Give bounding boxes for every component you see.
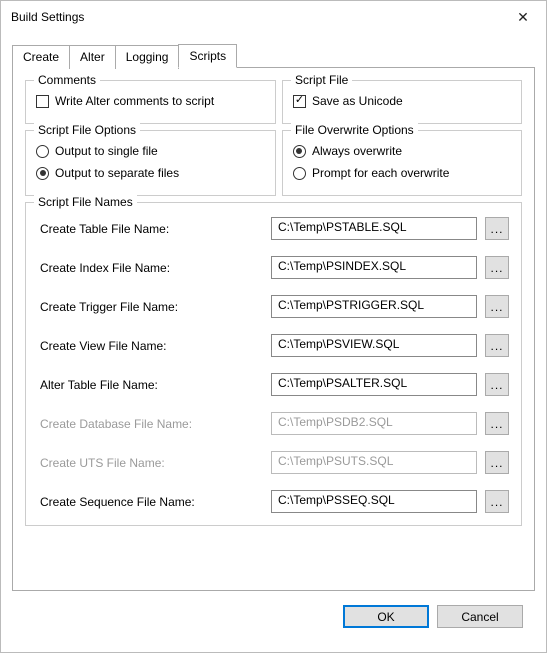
browse-button[interactable]: ... — [485, 490, 509, 513]
file-name-input[interactable]: C:\Temp\PSALTER.SQL — [271, 373, 477, 396]
radio-prompt-each-overwrite[interactable]: Prompt for each overwrite — [293, 163, 511, 183]
legend-file-overwrite-options: File Overwrite Options — [291, 123, 418, 137]
tab-logging[interactable]: Logging — [115, 45, 180, 69]
radio-label: Output to single file — [55, 144, 158, 158]
file-name-input[interactable]: C:\Temp\PSINDEX.SQL — [271, 256, 477, 279]
browse-button[interactable]: ... — [485, 295, 509, 318]
radio-label: Output to separate files — [55, 166, 179, 180]
ok-button[interactable]: OK — [343, 605, 429, 628]
file-name-label: Create Table File Name: — [38, 222, 263, 236]
tab-strip: Create Alter Logging Scripts — [12, 43, 535, 67]
radio-label: Prompt for each overwrite — [312, 166, 449, 180]
file-name-label: Create Database File Name: — [38, 417, 263, 431]
file-name-input[interactable]: C:\Temp\PSSEQ.SQL — [271, 490, 477, 513]
group-script-file: Script File Save as Unicode — [282, 80, 522, 124]
window-title: Build Settings — [11, 10, 84, 24]
browse-button[interactable]: ... — [485, 334, 509, 357]
legend-script-file: Script File — [291, 73, 352, 87]
browse-button[interactable]: ... — [485, 256, 509, 279]
build-settings-window: Build Settings ✕ Create Alter Logging Sc… — [0, 0, 547, 653]
tab-alter[interactable]: Alter — [69, 45, 116, 69]
file-name-label: Create View File Name: — [38, 339, 263, 353]
titlebar: Build Settings ✕ — [1, 1, 546, 33]
browse-button[interactable]: ... — [485, 373, 509, 396]
radio-icon — [293, 145, 306, 158]
file-name-input: C:\Temp\PSDB2.SQL — [271, 412, 477, 435]
tab-create[interactable]: Create — [12, 45, 70, 69]
file-name-input[interactable]: C:\Temp\PSTRIGGER.SQL — [271, 295, 477, 318]
dialog-footer: OK Cancel — [12, 591, 535, 642]
checkbox-label: Write Alter comments to script — [55, 94, 214, 108]
checkbox-icon — [36, 95, 49, 108]
browse-button[interactable]: ... — [485, 217, 509, 240]
file-name-input[interactable]: C:\Temp\PSVIEW.SQL — [271, 334, 477, 357]
tab-scripts[interactable]: Scripts — [178, 44, 237, 68]
legend-script-file-names: Script File Names — [34, 195, 137, 209]
file-name-label: Create UTS File Name: — [38, 456, 263, 470]
radio-output-separate[interactable]: Output to separate files — [36, 163, 265, 183]
close-icon: ✕ — [517, 9, 529, 26]
radio-always-overwrite[interactable]: Always overwrite — [293, 141, 511, 161]
tab-page-scripts: Comments Write Alter comments to script … — [12, 67, 535, 591]
radio-icon — [36, 145, 49, 158]
file-name-input: C:\Temp\PSUTS.SQL — [271, 451, 477, 474]
client-area: Create Alter Logging Scripts Comments Wr… — [1, 33, 546, 652]
file-name-label: Create Sequence File Name: — [38, 495, 263, 509]
file-name-label: Create Trigger File Name: — [38, 300, 263, 314]
group-file-overwrite-options: File Overwrite Options Always overwrite … — [282, 130, 522, 196]
radio-label: Always overwrite — [312, 144, 402, 158]
group-comments: Comments Write Alter comments to script — [25, 80, 276, 124]
group-script-file-names: Script File Names Create Table File Name… — [25, 202, 522, 526]
radio-icon — [36, 167, 49, 180]
radio-output-single[interactable]: Output to single file — [36, 141, 265, 161]
legend-comments: Comments — [34, 73, 100, 87]
checkbox-save-as-unicode[interactable]: Save as Unicode — [293, 91, 511, 111]
group-script-file-options: Script File Options Output to single fil… — [25, 130, 276, 196]
file-name-grid: Create Table File Name: C:\Temp\PSTABLE.S… — [36, 211, 511, 515]
cancel-button[interactable]: Cancel — [437, 605, 523, 628]
radio-icon — [293, 167, 306, 180]
close-button[interactable]: ✕ — [500, 2, 546, 32]
checkbox-write-alter-comments[interactable]: Write Alter comments to script — [36, 91, 265, 111]
checkbox-label: Save as Unicode — [312, 94, 403, 108]
file-name-label: Alter Table File Name: — [38, 378, 263, 392]
file-name-label: Create Index File Name: — [38, 261, 263, 275]
browse-button[interactable]: ... — [485, 412, 509, 435]
file-name-input[interactable]: C:\Temp\PSTABLE.SQL — [271, 217, 477, 240]
checkbox-icon — [293, 95, 306, 108]
legend-script-file-options: Script File Options — [34, 123, 140, 137]
browse-button[interactable]: ... — [485, 451, 509, 474]
